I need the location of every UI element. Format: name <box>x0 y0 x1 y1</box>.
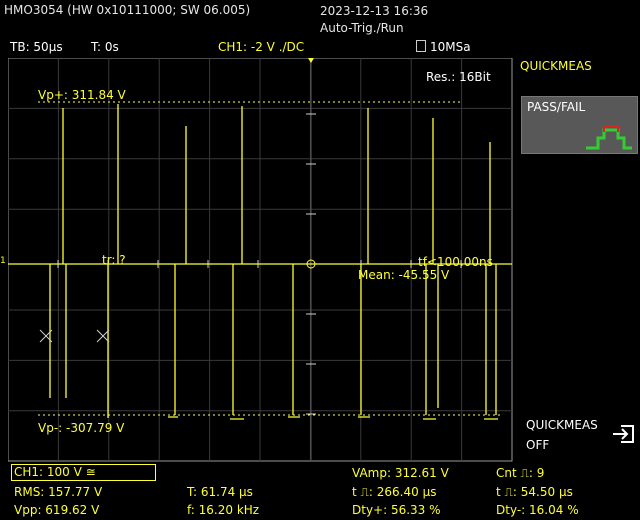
vamp-value: VAmp: 312.61 V <box>352 466 449 480</box>
duty-positive-value: Dty+: 56.33 % <box>352 503 441 517</box>
channel1-status-box[interactable]: CH1: 100 V ≅ <box>11 464 156 481</box>
info-bar: TB: 50µs T: 0s CH1: -2 V ./DC 10MSa <box>0 40 640 58</box>
vp-plus-label: Vp+: 311.84 V <box>38 88 126 102</box>
sample-rate-label: 10MSa <box>430 40 471 54</box>
timebase-label[interactable]: TB: 50µs <box>10 40 63 54</box>
pass-fail-icon <box>586 125 632 150</box>
rms-value: RMS: 157.77 V <box>14 485 103 499</box>
rise-time-label: tr: ? <box>102 253 126 267</box>
fall-time-label: tf<100.00ns <box>418 255 493 269</box>
quickmeas-off-button[interactable]: QUICKMEAS OFF <box>521 416 638 456</box>
quickmeas-off-label: QUICKMEAS <box>526 418 598 432</box>
pass-fail-label: PASS/FAIL <box>527 100 586 114</box>
period-value: T: 61.74 µs <box>187 485 253 499</box>
positive-width-value: t ⎍: 266.40 µs <box>352 485 437 499</box>
exit-icon <box>613 425 634 443</box>
pass-fail-button[interactable]: PASS/FAIL <box>521 96 638 154</box>
memory-icon <box>416 40 426 52</box>
trigger-time-label[interactable]: T: 0s <box>91 40 119 54</box>
mean-label: Mean: -45.55 V <box>358 268 450 282</box>
ground-reference-marker[interactable]: 1 <box>0 256 6 266</box>
datetime-text: 2023-12-13 16:36 <box>320 4 429 18</box>
softmenu-title: QUICKMEAS <box>520 59 592 73</box>
frequency-value: f: 16.20 kHz <box>187 503 260 517</box>
trigger-status-text: Auto-Trig./Run <box>320 21 404 35</box>
instrument-title: HMO3054 (HW 0x10111000; SW 06.005) <box>4 3 251 17</box>
resolution-label: Res.: 16Bit <box>426 70 491 84</box>
negative-width-value: t ⎍: 54.50 µs <box>496 485 573 499</box>
count-value: Cnt ⎍: 9 <box>496 466 545 480</box>
vpp-value: Vpp: 619.62 V <box>14 503 100 517</box>
duty-negative-value: Dty-: 16.04 % <box>496 503 579 517</box>
status-header: 2023-12-13 16:36 Auto-Trig./Run <box>320 3 428 37</box>
quickmeas-off-state: OFF <box>526 438 550 452</box>
trigger-position-marker <box>308 58 314 63</box>
vp-minus-label: Vp-: -307.79 V <box>38 421 125 435</box>
sample-rate-indicator: 10MSa <box>416 40 471 54</box>
channel1-trigger-setting[interactable]: CH1: -2 V ./DC <box>218 40 304 54</box>
